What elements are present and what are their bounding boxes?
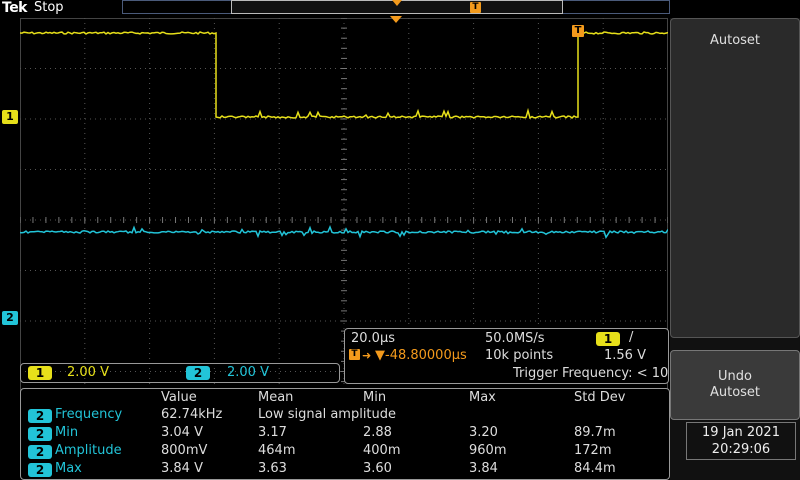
trigger-position-icon: T bbox=[349, 349, 360, 360]
measurement-std-dev: 89.7m bbox=[574, 425, 616, 440]
measurement-source-badge: 2 bbox=[28, 427, 52, 441]
tek-logo: Tek bbox=[2, 0, 28, 16]
undo-autoset-line1: Undo bbox=[718, 369, 752, 384]
measurement-name: Amplitude bbox=[55, 443, 122, 458]
measurement-name: Min bbox=[55, 425, 79, 440]
ch1-waveform bbox=[20, 31, 668, 120]
channel-scale-readout[interactable]: 1 2.00 V 2 2.00 V bbox=[20, 363, 340, 383]
date-time-display[interactable]: 19 Jan 2021 20:29:06 bbox=[686, 422, 796, 460]
autoset-button[interactable]: Autoset bbox=[670, 18, 800, 338]
measurement-std-dev: 84.4m bbox=[574, 461, 616, 476]
measurement-source-badge: 2 bbox=[28, 409, 52, 423]
measurement-source-badge: 2 bbox=[28, 463, 52, 477]
record-trigger-marker-icon: T bbox=[470, 2, 481, 13]
measurement-mean: Low signal amplitude bbox=[258, 407, 397, 422]
column-header-mean: Mean bbox=[258, 390, 294, 405]
measurement-value: 800mV bbox=[161, 443, 208, 458]
timebase-value: 20.0µs bbox=[351, 331, 395, 346]
measurement-max: 960m bbox=[469, 443, 507, 458]
measurement-name: Max bbox=[55, 461, 82, 476]
measurement-value: 3.04 V bbox=[161, 425, 203, 440]
measurement-min: 3.60 bbox=[363, 461, 392, 476]
ch1-scale: 2.00 V bbox=[67, 365, 109, 380]
trigger-arrow-icon: ➜ bbox=[362, 349, 372, 362]
measurement-value: 62.74kHz bbox=[161, 407, 223, 422]
measurement-value: 3.84 V bbox=[161, 461, 203, 476]
column-header-std-dev: Std Dev bbox=[574, 390, 626, 405]
record-length-value: 10k points bbox=[485, 348, 554, 363]
column-header-value: Value bbox=[161, 390, 197, 405]
ch2-badge: 2 bbox=[186, 366, 210, 380]
date-text: 19 Jan 2021 bbox=[702, 425, 780, 440]
acquisition-status: Stop bbox=[34, 0, 64, 15]
undo-autoset-line2: Autoset bbox=[709, 385, 761, 400]
measurement-mean: 464m bbox=[258, 443, 296, 458]
ch2-waveform bbox=[20, 224, 668, 240]
trigger-position-marker-icon[interactable] bbox=[389, 15, 403, 25]
trigger-frequency: Trigger Frequency: < 10 H bbox=[513, 366, 683, 381]
measurement-mean: 3.63 bbox=[258, 461, 287, 476]
column-header-max: Max bbox=[469, 390, 496, 405]
side-menu: Autoset Undo Autoset bbox=[670, 18, 800, 480]
ch1-badge: 1 bbox=[28, 366, 52, 380]
trigger-level-value: 1.56 V bbox=[604, 348, 646, 363]
measurement-max: 3.20 bbox=[469, 425, 498, 440]
measurement-source-badge: 2 bbox=[28, 445, 52, 459]
record-center-marker-icon bbox=[392, 0, 402, 6]
trigger-source-badge: 1 bbox=[596, 332, 620, 346]
acquisition-readout[interactable]: 20.0µs 50.0MS/s 1 / T ➜ ▼-48.80000µs 10k… bbox=[344, 328, 682, 384]
sample-rate-value: 50.0MS/s bbox=[485, 331, 545, 346]
measurement-std-dev: 172m bbox=[574, 443, 612, 458]
undo-autoset-button[interactable]: Undo Autoset bbox=[670, 350, 800, 420]
measurement-name: Frequency bbox=[55, 407, 123, 422]
measurement-min: 400m bbox=[363, 443, 401, 458]
ch2-ground-marker[interactable]: 2 bbox=[2, 311, 18, 325]
trigger-level-marker-icon[interactable]: T bbox=[572, 25, 584, 37]
column-header-min: Min bbox=[363, 390, 387, 405]
ch1-ground-marker[interactable]: 1 bbox=[2, 110, 18, 124]
trigger-slope-icon: / bbox=[629, 330, 634, 345]
measurement-max: 3.84 bbox=[469, 461, 498, 476]
measurement-mean: 3.17 bbox=[258, 425, 287, 440]
trigger-position-value: ▼-48.80000µs bbox=[375, 348, 467, 363]
time-text: 20:29:06 bbox=[711, 442, 771, 457]
ch2-scale: 2.00 V bbox=[227, 365, 269, 380]
measurement-table[interactable]: Value Mean Min Max Std Dev 2 Frequency 62.… bbox=[20, 388, 670, 480]
measurement-min: 2.88 bbox=[363, 425, 392, 440]
